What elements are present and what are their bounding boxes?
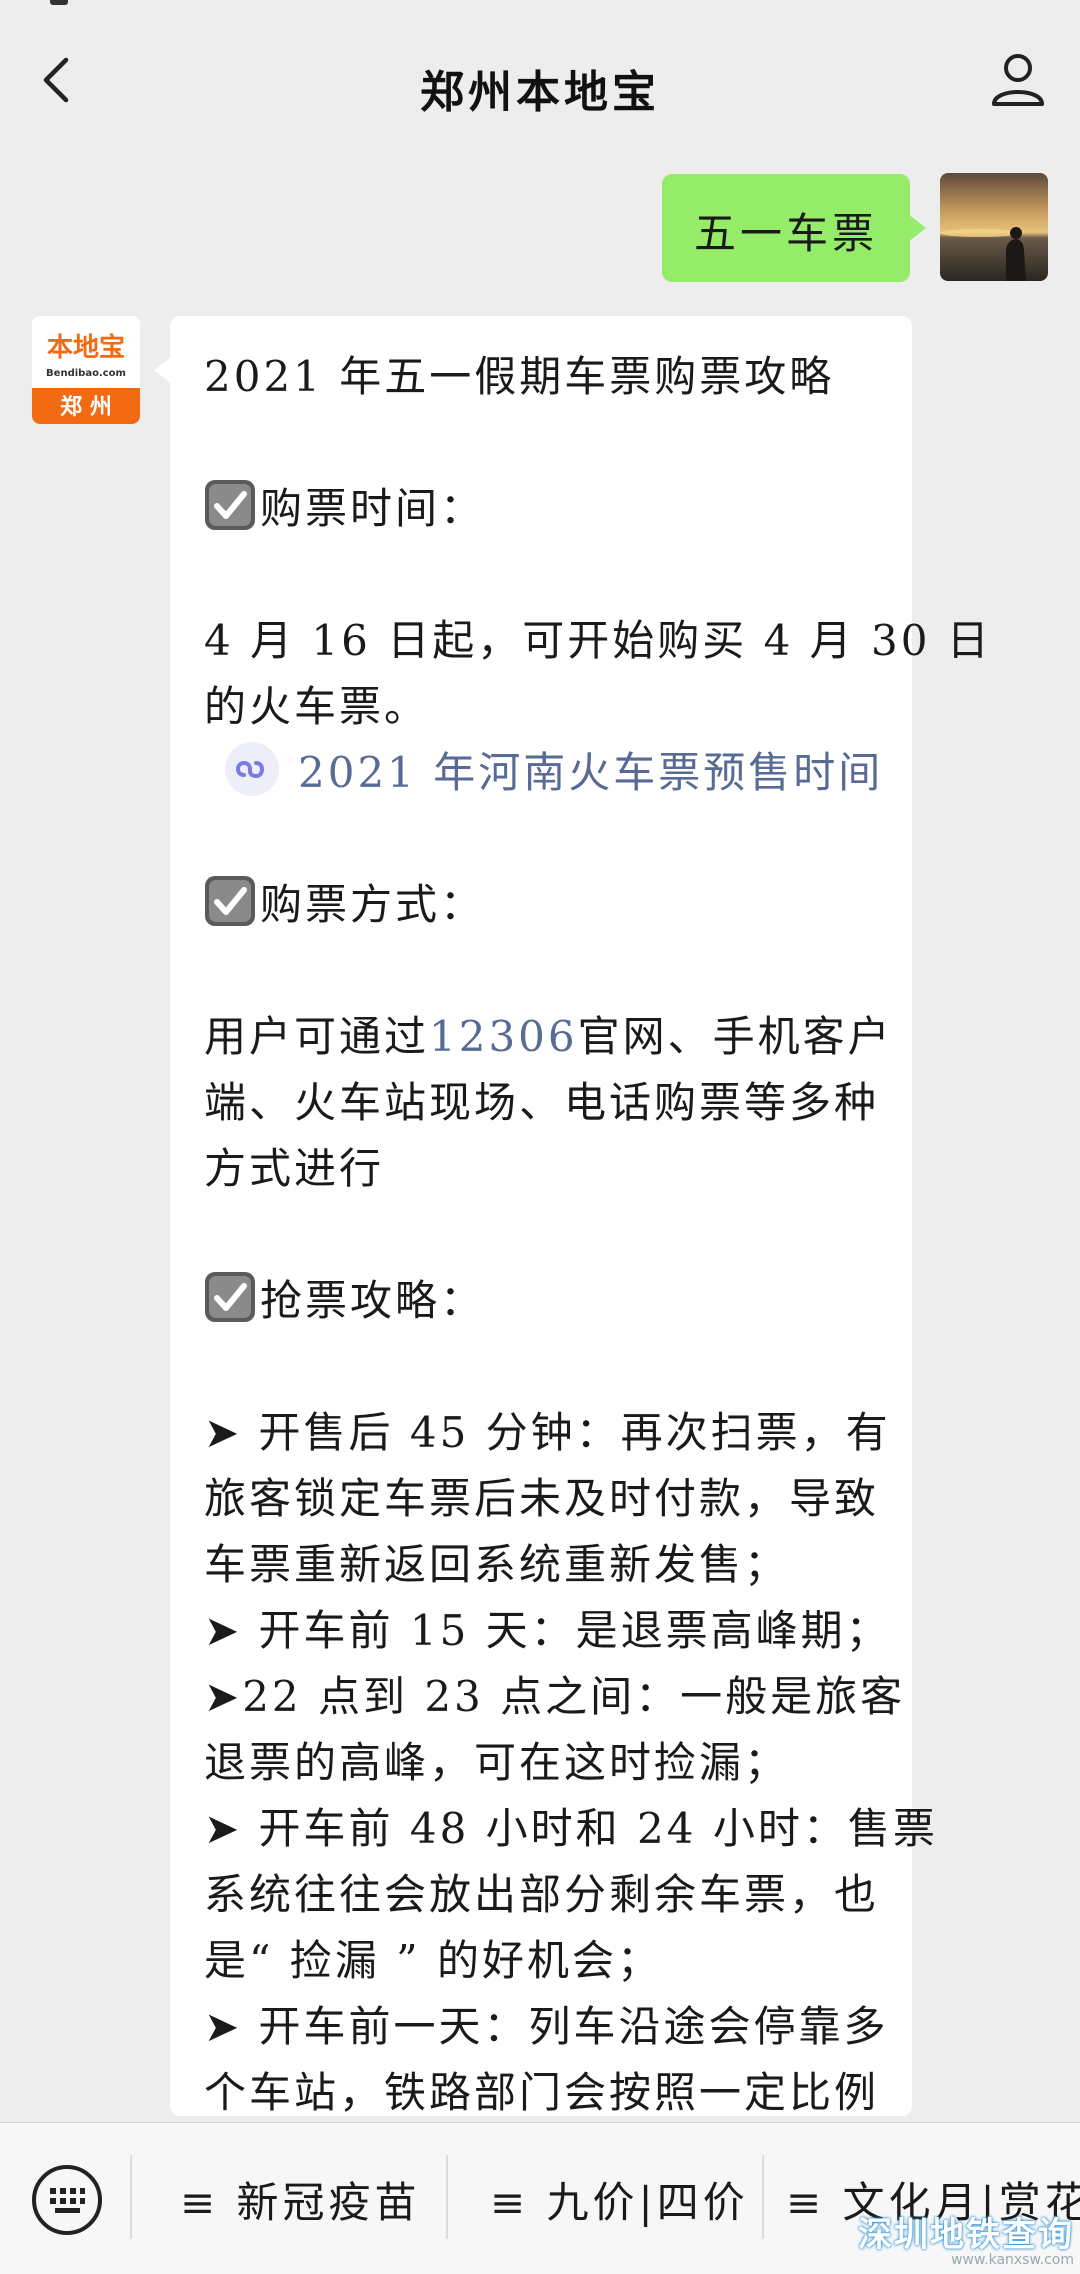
menu-item-hpv[interactable]: ≡ 九价|四价 bbox=[490, 2169, 749, 2230]
tip-line: 是“ 捡漏 ” 的好机会； bbox=[204, 1936, 662, 1985]
message-text: 官网、手机客户 bbox=[577, 1012, 893, 1061]
bottom-menu-bar: ≡ 新冠疫苗 ≡ 九价|四价 ≡ 文化月|赏花 深圳地铁查询 www.kanxs… bbox=[0, 2122, 1080, 2274]
phone-number-link[interactable]: 12306 bbox=[429, 1012, 578, 1061]
section-heading-purchase-method: 购票方式： bbox=[204, 872, 485, 938]
tip-line: 车票重新返回系统重新发售； bbox=[204, 1540, 790, 1589]
tip-line: 系统往往会放出部分剩余车票，也 bbox=[204, 1870, 880, 1919]
account-profile-button[interactable] bbox=[986, 48, 1050, 112]
checkbox-icon bbox=[205, 480, 255, 530]
tip-line: ➤ 开车前 15 天：是退票高峰期； bbox=[204, 1606, 891, 1655]
svg-text:Bendibao.com: Bendibao.com bbox=[46, 368, 126, 379]
status-indicator bbox=[50, 0, 68, 5]
menu-divider bbox=[130, 2155, 132, 2239]
tip-line: ➤ 开售后 45 分钟：再次扫票，有 bbox=[204, 1408, 891, 1457]
sunset-photo-avatar bbox=[940, 173, 1048, 281]
svg-text:郑 州: 郑 州 bbox=[60, 395, 112, 420]
bendibao-avatar[interactable]: 本地宝 Bendibao.com 郑 州 bbox=[32, 316, 140, 424]
message-title: 2021 年五一假期车票购票攻略 bbox=[204, 352, 835, 401]
svg-text:本地宝: 本地宝 bbox=[47, 332, 125, 363]
incoming-message-bubble: 2021 年五一假期车票购票攻略 购票时间： 4 月 16 日起，可开始购买 4… bbox=[154, 316, 989, 2117]
tip-line: 旅客锁定车票后未及时付款，导致 bbox=[204, 1474, 880, 1523]
top-navigation-bar: 郑州本地宝 bbox=[0, 20, 1080, 142]
watermark: 深圳地铁查询 www.kanxsw.com bbox=[858, 2207, 1074, 2268]
keyboard-icon bbox=[32, 2165, 102, 2235]
checkbox-icon bbox=[205, 876, 255, 926]
bendibao-logo: 本地宝 Bendibao.com 郑 州 bbox=[32, 316, 140, 424]
watermark-title: 深圳地铁查询 bbox=[858, 2215, 1074, 2255]
user-icon bbox=[992, 54, 1044, 106]
tip-line: ➤ 开车前 48 小时和 24 小时：售票 bbox=[204, 1804, 938, 1853]
message-line: 的火车票。 bbox=[204, 682, 430, 731]
mini-program-link-text: 2021 年河南火车票预售时间 bbox=[298, 748, 884, 797]
message-line: 用户可通过12306官网、手机客户 bbox=[204, 1004, 893, 1070]
user-avatar[interactable] bbox=[940, 173, 1048, 281]
status-bar bbox=[0, 0, 1080, 20]
page-title: 郑州本地宝 bbox=[420, 67, 660, 118]
section-heading-text: 购票方式： bbox=[260, 880, 486, 929]
message-line: 端、火车站现场、电话购票等多种 bbox=[204, 1078, 880, 1127]
checkbox-icon bbox=[205, 1272, 255, 1322]
message-line: 4 月 16 日起，可开始购买 4 月 30 日 bbox=[204, 616, 992, 665]
section-heading-text: 购票时间： bbox=[260, 484, 486, 533]
section-heading-text: 抢票攻略： bbox=[260, 1276, 486, 1325]
tip-line: 个车站，铁路部门会按照一定比例 bbox=[204, 2068, 880, 2117]
keyboard-toggle-button[interactable] bbox=[30, 2163, 104, 2237]
outgoing-message-bubble[interactable]: 五一车票 bbox=[662, 174, 926, 282]
section-heading-purchase-time: 购票时间： bbox=[204, 476, 485, 542]
menu-divider bbox=[446, 2155, 448, 2239]
outgoing-message-text: 五一车票 bbox=[693, 209, 878, 258]
menu-divider bbox=[762, 2155, 764, 2239]
menu-item-vaccine[interactable]: ≡ 新冠疫苗 bbox=[180, 2169, 421, 2230]
tip-line: ➤ 开车前一天：列车沿途会停靠多 bbox=[204, 2002, 889, 2051]
tip-line: 退票的高峰，可在这时捡漏； bbox=[204, 1738, 790, 1787]
message-line: 方式进行 bbox=[204, 1144, 385, 1193]
mini-program-icon bbox=[225, 742, 279, 796]
section-heading-ticket-tips: 抢票攻略： bbox=[204, 1268, 485, 1334]
message-text: 用户可通过 bbox=[204, 1012, 430, 1061]
mini-program-link[interactable]: 2021 年河南火车票预售时间 bbox=[224, 740, 883, 806]
tip-line: ➤22 点到 23 点之间：一般是旅客 bbox=[204, 1672, 906, 1721]
